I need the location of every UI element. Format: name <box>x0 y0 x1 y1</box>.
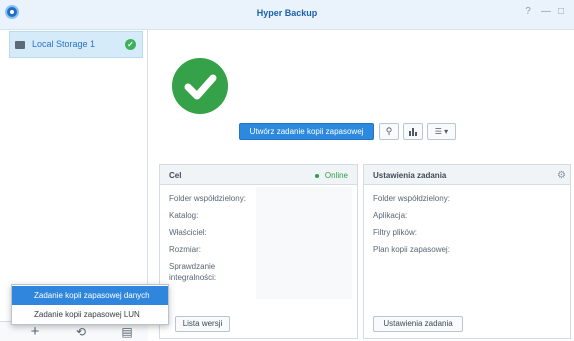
menu-item-data-backup-task[interactable]: Zadanie kopii zapasowej danych <box>12 286 168 305</box>
field-label-size: Rozmiar: <box>169 245 202 254</box>
menu-item-lun-backup-task[interactable]: Zadanie kopii zapasowej LUN <box>12 305 168 324</box>
help-button[interactable]: ? <box>522 6 534 17</box>
success-check-icon <box>172 58 228 114</box>
field-label-shared-folder: Folder współdzielony: <box>169 194 246 203</box>
task-settings-header: Ustawienia zadania ⚙ <box>364 165 570 185</box>
field-label-file-filters: Filtry plików: <box>373 228 418 237</box>
minimize-button[interactable]: — <box>540 6 552 17</box>
target-panel: Cel Online Folder współdzielony: Katalog… <box>159 164 358 339</box>
online-dot-icon <box>314 173 319 178</box>
storage-icon <box>15 41 25 49</box>
target-values-area <box>256 187 352 299</box>
sidebar-item-local-storage[interactable]: Local Storage 1 ✓ <box>9 31 143 58</box>
main-content: Utwórz zadanie kopii zapasowej ⚲ ☰ ▾ Cel… <box>149 30 574 341</box>
statistics-icon[interactable] <box>403 123 423 140</box>
target-panel-title: Cel <box>169 171 182 180</box>
search-icon[interactable]: ⚲ <box>379 123 399 140</box>
create-backup-task-button[interactable]: Utwórz zadanie kopii zapasowej <box>239 123 374 140</box>
task-settings-title: Ustawienia zadania <box>373 171 447 180</box>
target-panel-header: Cel Online <box>160 165 357 185</box>
field-label-application: Aplikacja: <box>373 211 408 220</box>
window-title: Hyper Backup <box>256 8 318 18</box>
title-bar: Hyper Backup ? — □ <box>0 0 574 30</box>
field-label-shared-folder: Folder współdzielony: <box>373 194 450 203</box>
check-icon: ✓ <box>125 39 136 50</box>
hyper-backup-window: Hyper Backup ? — □ Local Storage 1 ✓ + ⟲… <box>0 0 574 341</box>
menu-dropdown-icon[interactable]: ☰ ▾ <box>427 123 456 140</box>
task-settings-button[interactable]: Ustawienia zadania <box>373 316 463 332</box>
field-label-owner: Właściciel: <box>169 228 207 237</box>
settings-edit-icon[interactable]: ⚙ <box>557 170 566 181</box>
status-badge: Online <box>314 171 348 180</box>
field-label-backup-schedule: Plan kopii zapasowej: <box>373 245 450 254</box>
field-label-directory: Katalog: <box>169 211 199 220</box>
field-label-integrity-check: Sprawdzanie integralności: <box>169 262 217 282</box>
version-list-button[interactable]: Lista wersji <box>175 316 230 332</box>
task-settings-panel: Ustawienia zadania ⚙ Folder współdzielon… <box>363 164 571 339</box>
restore-icon[interactable]: ⟲ <box>66 323 96 341</box>
sidebar-item-label: Local Storage 1 <box>32 39 96 49</box>
status-text: Online <box>324 171 348 180</box>
new-task-popup-menu: Zadanie kopii zapasowej danych Zadanie k… <box>11 284 169 325</box>
log-icon[interactable]: ▤ <box>112 323 142 341</box>
plus-icon[interactable]: + <box>20 323 50 341</box>
maximize-button[interactable]: □ <box>555 6 567 17</box>
